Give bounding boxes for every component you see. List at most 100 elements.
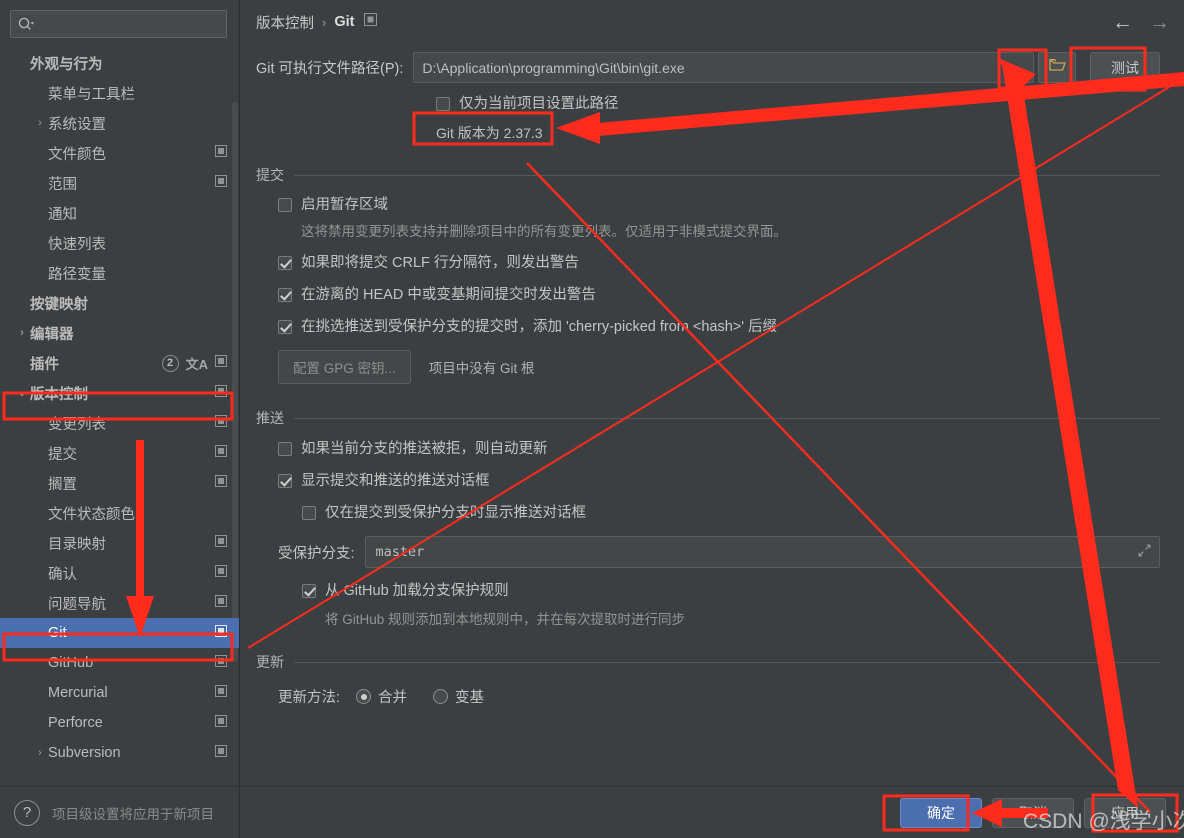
sidebar-item-label: 变更列表 — [48, 416, 106, 433]
sidebar-item-label: 文件颜色 — [48, 146, 106, 163]
protected-only-checkbox[interactable] — [302, 506, 316, 520]
sidebar-item-确认[interactable]: 确认 — [0, 558, 239, 588]
settings-tree[interactable]: 外观与行为 菜单与工具栏 › 系统设置 文件颜色 范围 通知 快速列表 路径变量 按键映射 › 编辑器… — [0, 44, 239, 786]
sidebar-item-目录映射[interactable]: 目录映射 — [0, 528, 239, 558]
show-push-dialog-checkbox[interactable] — [278, 474, 292, 488]
git-path-row: Git 可执行文件路径(P): D:\Application\programmi… — [256, 52, 1160, 83]
sidebar-item-路径变量[interactable]: 路径变量 — [0, 258, 239, 288]
apply-button[interactable]: 应用 — [1084, 797, 1166, 828]
sidebar-item-文件状态颜色[interactable]: 文件状态颜色 — [0, 498, 239, 528]
copy-settings-icon[interactable] — [215, 415, 229, 431]
sidebar-item-变更列表[interactable]: 变更列表 — [0, 408, 239, 438]
sidebar-item-范围[interactable]: 范围 — [0, 168, 239, 198]
copy-settings-icon[interactable] — [364, 13, 378, 31]
sidebar-item-label: 插件 — [30, 356, 59, 373]
sidebar-item-label: 菜单与工具栏 — [48, 86, 135, 103]
copy-settings-icon[interactable] — [215, 745, 229, 761]
sidebar-item-mercurial[interactable]: Mercurial — [0, 678, 239, 708]
browse-button[interactable] — [1038, 52, 1076, 83]
copy-settings-icon[interactable] — [215, 475, 229, 491]
project-only-label: 仅为当前项目设置此路径 — [459, 96, 619, 112]
github-rules-checkbox-row[interactable]: 从 GitHub 加载分支保护规则 — [302, 582, 1160, 600]
sidebar-item-label: 系统设置 — [48, 116, 106, 133]
configure-gpg-key-button[interactable]: 配置 GPG 密钥... — [278, 350, 411, 384]
sidebar-item-label: 目录映射 — [48, 536, 106, 553]
sidebar-item-perforce[interactable]: Perforce — [0, 708, 239, 738]
expand-icon[interactable] — [1138, 543, 1151, 561]
copy-settings-icon[interactable] — [215, 715, 229, 731]
copy-settings-icon[interactable] — [215, 445, 229, 461]
sidebar-item-通知[interactable]: 通知 — [0, 198, 239, 228]
auto-update-checkbox[interactable] — [278, 442, 292, 456]
chevron-right-icon[interactable]: › — [32, 747, 48, 759]
search-icon — [17, 16, 35, 32]
copy-settings-icon[interactable] — [215, 385, 229, 401]
staging-checkbox-row[interactable]: 启用暂存区域 — [278, 196, 1160, 214]
git-path-input[interactable]: D:\Application\programming\Git\bin\git.e… — [413, 52, 1034, 83]
copy-settings-icon[interactable] — [215, 595, 229, 611]
copy-settings-icon[interactable] — [215, 685, 229, 701]
test-button[interactable]: 测试 — [1090, 52, 1160, 83]
sidebar-item-系统设置[interactable]: › 系统设置 — [0, 108, 239, 138]
search-input[interactable] — [10, 10, 227, 38]
sidebar-item-git[interactable]: Git — [0, 618, 239, 648]
cherry-pick-checkbox[interactable] — [278, 320, 292, 334]
sidebar-item-提交[interactable]: 提交 — [0, 438, 239, 468]
sidebar-item-插件[interactable]: 插件 2 文A — [0, 348, 239, 378]
copy-settings-icon[interactable] — [215, 535, 229, 551]
protected-branches-label: 受保护分支: — [278, 545, 355, 562]
copy-settings-icon[interactable] — [215, 655, 229, 671]
cherry-pick-checkbox-row[interactable]: 在挑选推送到受保护分支的提交时，添加 'cherry-picked from <… — [278, 318, 1160, 336]
ok-button[interactable]: 确定 — [900, 797, 982, 828]
sidebar-item-github[interactable]: GitHub — [0, 648, 239, 678]
project-only-checkbox[interactable] — [436, 97, 450, 111]
merge-label: 合并 — [378, 690, 408, 706]
sidebar-item-快速列表[interactable]: 快速列表 — [0, 228, 239, 258]
project-only-checkbox-row[interactable]: 仅为当前项目设置此路径 — [436, 95, 1160, 113]
chevron-down-icon[interactable]: ⌄ — [14, 387, 30, 399]
breadcrumb: 版本控制 › Git ← → — [240, 0, 1184, 44]
detached-head-checkbox[interactable] — [278, 288, 292, 302]
protected-only-label: 仅在提交到受保护分支时显示推送对话框 — [325, 505, 586, 521]
protected-branches-row: 受保护分支: master — [278, 536, 1160, 568]
detached-head-checkbox-row[interactable]: 在游离的 HEAD 中或变基期间提交时发出警告 — [278, 286, 1160, 304]
sidebar-item-编辑器[interactable]: › 编辑器 — [0, 318, 239, 348]
sidebar-item-搁置[interactable]: 搁置 — [0, 468, 239, 498]
forward-arrow-icon[interactable]: → — [1149, 12, 1170, 33]
auto-update-checkbox-row[interactable]: 如果当前分支的推送被拒，则自动更新 — [278, 440, 1160, 458]
protected-branches-input[interactable]: master — [364, 536, 1160, 568]
rebase-label: 变基 — [455, 690, 485, 706]
crlf-checkbox-row[interactable]: 如果即将提交 CRLF 行分隔符，则发出警告 — [278, 254, 1160, 272]
sidebar-item-label: Perforce — [48, 715, 103, 731]
sidebar-item-外观与行为[interactable]: 外观与行为 — [0, 48, 239, 78]
staging-checkbox[interactable] — [278, 198, 292, 212]
cancel-button[interactable]: 取消 — [992, 797, 1074, 828]
copy-settings-icon[interactable] — [215, 175, 229, 191]
git-path-value: D:\Application\programming\Git\bin\git.e… — [422, 59, 685, 76]
back-arrow-icon[interactable]: ← — [1112, 12, 1133, 33]
crlf-checkbox[interactable] — [278, 256, 292, 270]
sidebar-item-按键映射[interactable]: 按键映射 — [0, 288, 239, 318]
copy-settings-icon[interactable] — [215, 565, 229, 581]
rebase-radio[interactable] — [433, 689, 449, 704]
help-icon[interactable]: ? — [14, 799, 40, 826]
sidebar-item-问题导航[interactable]: 问题导航 — [0, 588, 239, 618]
translate-icon: 文A — [185, 356, 208, 372]
merge-radio[interactable] — [356, 689, 372, 704]
copy-settings-icon[interactable] — [215, 145, 229, 161]
sidebar-item-subversion[interactable]: › Subversion — [0, 738, 239, 768]
git-version-text: Git 版本为 2.37.3 — [436, 125, 543, 141]
commit-section: 提交 启用暂存区域 这将禁用变更列表支持并删除项目中的所有变更列表。仅适用于非模… — [256, 165, 1160, 384]
copy-settings-icon[interactable] — [215, 355, 229, 371]
protected-only-checkbox-row[interactable]: 仅在提交到受保护分支时显示推送对话框 — [302, 504, 1160, 522]
sidebar-item-版本控制[interactable]: ⌄ 版本控制 — [0, 378, 239, 408]
breadcrumb-parent[interactable]: 版本控制 — [256, 12, 314, 33]
dialog-button-bar: 确定 取消 应用 — [240, 786, 1184, 838]
chevron-right-icon[interactable]: › — [32, 117, 48, 129]
copy-settings-icon[interactable] — [215, 625, 229, 641]
sidebar-item-文件颜色[interactable]: 文件颜色 — [0, 138, 239, 168]
github-rules-checkbox[interactable] — [302, 584, 316, 598]
show-push-dialog-checkbox-row[interactable]: 显示提交和推送的推送对话框 — [278, 472, 1160, 490]
sidebar-item-菜单与工具栏[interactable]: 菜单与工具栏 — [0, 78, 239, 108]
chevron-right-icon[interactable]: › — [14, 327, 30, 339]
